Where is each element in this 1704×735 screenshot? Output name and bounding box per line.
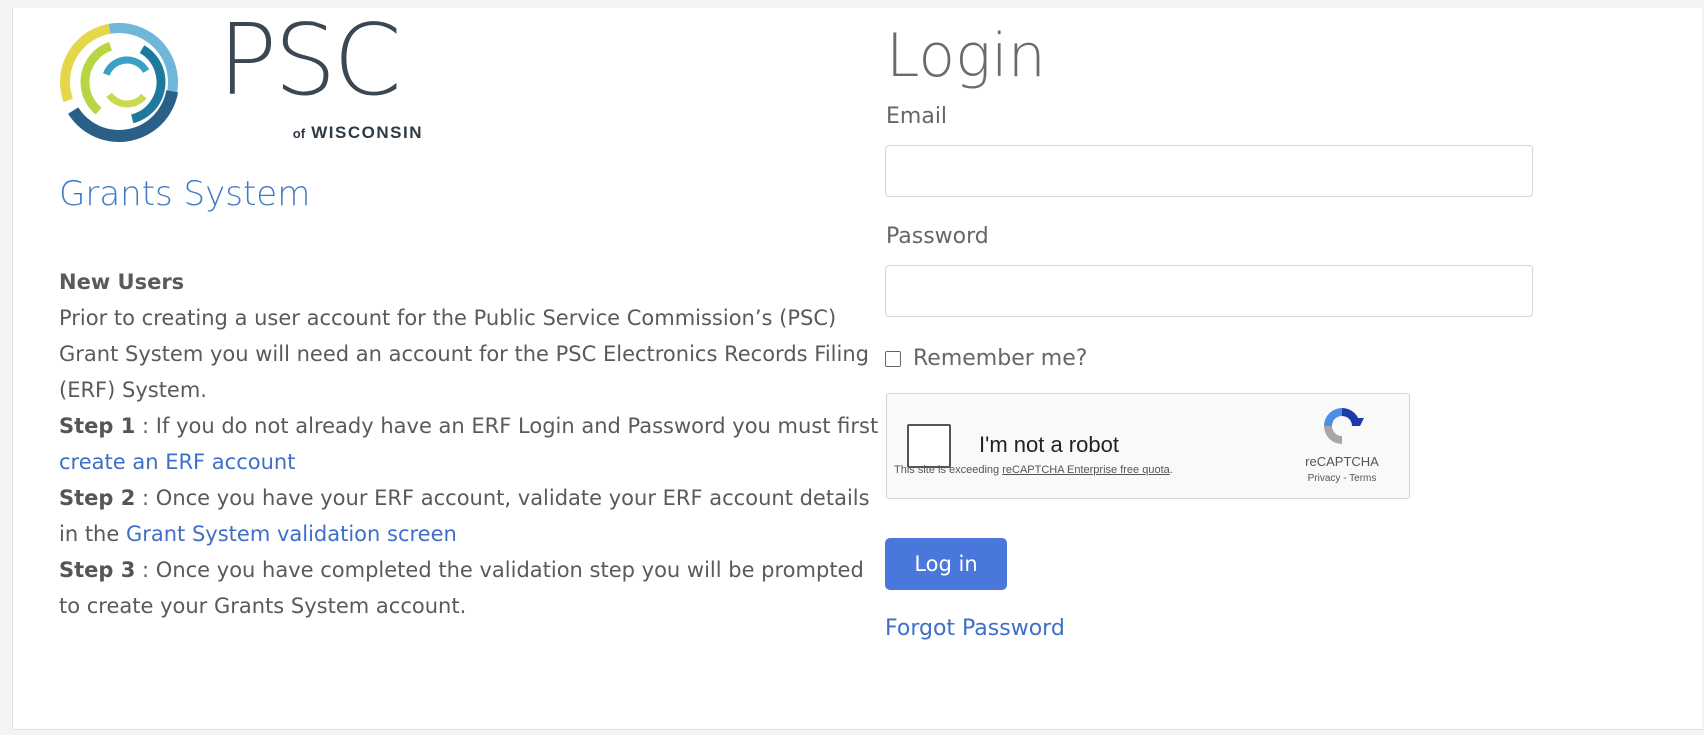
recaptcha-terms-link[interactable]: Terms [1349,473,1376,484]
new-users-heading: New Users [59,270,185,294]
remember-me[interactable]: Remember me? [885,346,1087,371]
recaptcha-links: Privacy - Terms [1307,473,1377,484]
recaptcha-quota-link[interactable]: reCAPTCHA Enterprise free quota [1002,464,1170,476]
recaptcha-logo-icon [1324,408,1364,444]
recaptcha-widget: I'm not a robot This site is exceeding r… [886,393,1410,499]
recaptcha-branding: reCAPTCHA Privacy - Terms [1297,404,1387,484]
validation-screen-link[interactable]: Grant System validation screen [126,522,457,546]
recaptcha-label: I'm not a robot [979,432,1119,457]
recaptcha-brand: reCAPTCHA [1305,454,1379,469]
new-users-info: New Users Prior to creating a user accou… [59,264,879,624]
new-users-intro: Prior to creating a user account for the… [59,306,869,402]
recaptcha-privacy-link[interactable]: Privacy [1308,473,1341,484]
step-1: Step 1 : If you do not already have an E… [59,414,879,474]
password-label: Password [886,224,989,249]
app-title: Grants System [59,174,311,214]
psc-logo: PSC of WISCONSIN [41,12,871,147]
step-3: Step 3 : Once you have completed the val… [59,558,864,618]
psc-swirl-logo-icon [59,22,179,142]
forgot-password-link[interactable]: Forgot Password [885,616,1065,641]
logo-subtitle: of WISCONSIN [292,123,423,142]
login-button[interactable]: Log in [885,538,1007,590]
page-card: PSC of WISCONSIN Grants System New Users… [12,8,1702,730]
email-label: Email [886,104,948,129]
recaptcha-quota-warning: This site is exceeding reCAPTCHA Enterpr… [894,464,1173,476]
remember-me-label: Remember me? [913,346,1088,371]
logo-wordmark: PSC [218,4,402,118]
email-field[interactable] [885,145,1533,197]
info-panel: PSC of WISCONSIN Grants System New Users… [41,12,878,618]
login-title: Login [886,21,1046,91]
password-field[interactable] [885,265,1533,317]
create-erf-account-link[interactable]: create an ERF account [59,450,295,474]
step-2: Step 2 : Once you have your ERF account,… [59,486,870,546]
recaptcha-checkbox[interactable] [907,424,951,468]
remember-me-checkbox[interactable] [885,350,901,367]
